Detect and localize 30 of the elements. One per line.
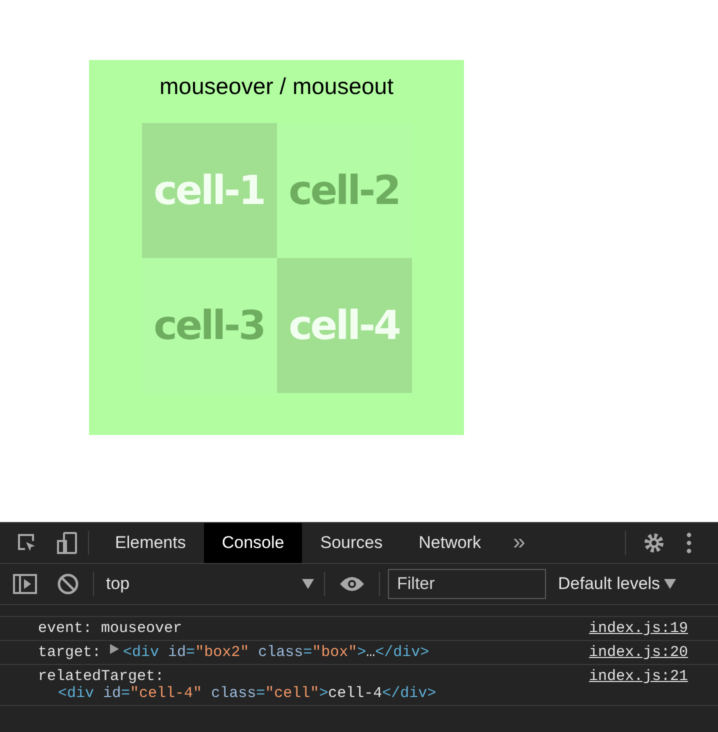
log-label: target: (38, 644, 102, 661)
levels-dropdown[interactable]: Default levels (554, 571, 664, 597)
source-link[interactable]: index.js:20 (588, 644, 688, 661)
context-dropdown[interactable]: top (102, 571, 302, 597)
sidebar-icon[interactable] (13, 574, 37, 594)
dom-node[interactable]: <div id="box2" class="box">…</div> (123, 644, 430, 661)
filter-field[interactable]: Filter (388, 569, 546, 599)
grid-cell: cell-2 (276, 123, 412, 258)
device-icon[interactable] (56, 531, 80, 555)
devtools-tab[interactable]: Network (400, 523, 499, 563)
box-title: mouseover / mouseout (160, 72, 394, 101)
log-label: event: mouseover (38, 620, 182, 637)
clear-icon[interactable] (57, 573, 79, 595)
devtools-tab[interactable]: Sources (302, 523, 401, 563)
devtools-tab[interactable]: Elements (97, 523, 204, 563)
settings-icon[interactable] (642, 531, 666, 555)
menu-icon[interactable] (686, 532, 692, 554)
more-tabs-button[interactable]: » (512, 524, 526, 558)
dom-node[interactable]: <div id="cell-4" class="cell">cell-4</div> (38, 685, 436, 702)
grid-cell: cell-4 (276, 258, 412, 393)
grid-cell: cell-3 (142, 258, 276, 393)
dropdown-arrow-icon[interactable] (664, 579, 676, 589)
source-link[interactable]: index.js:19 (588, 620, 688, 637)
source-link[interactable]: index.js:21 (588, 668, 688, 685)
eye-icon[interactable] (339, 576, 365, 592)
log-label: relatedTarget: (38, 668, 166, 685)
devtools-tab[interactable]: Console (204, 523, 302, 563)
grid-cell: cell-1 (142, 123, 276, 258)
dropdown-arrow-icon[interactable] (302, 579, 314, 589)
expand-arrow-icon[interactable] (110, 644, 120, 654)
